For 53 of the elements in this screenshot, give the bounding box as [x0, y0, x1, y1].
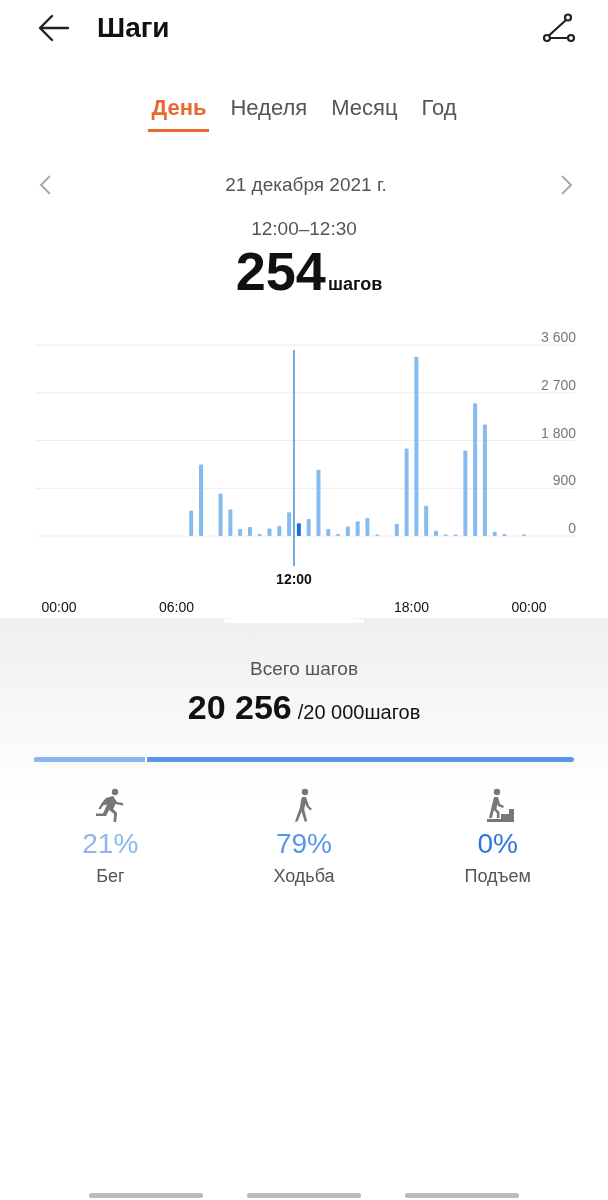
activity-label: Подъем: [464, 866, 531, 887]
chart-bar[interactable]: [492, 531, 497, 536]
summary-title: Всего шагов: [249, 658, 359, 680]
chart-bar[interactable]: [296, 523, 301, 536]
time-range: 12:00–12:30: [251, 218, 357, 240]
chart-bar[interactable]: [326, 529, 331, 536]
selected-time-label: 12:00: [276, 571, 312, 587]
nav-bar[interactable]: [247, 1193, 361, 1198]
period-tab[interactable]: Неделя: [227, 90, 311, 132]
share-icon[interactable]: [542, 13, 576, 43]
chart-bar[interactable]: [434, 530, 438, 536]
activity-percent: 0%: [477, 828, 518, 860]
chart-bar[interactable]: [267, 528, 272, 536]
date-label: 21 декабря 2021 г.: [225, 174, 387, 196]
chart-bar[interactable]: [345, 526, 350, 536]
period-tab[interactable]: Год: [418, 90, 460, 132]
y-axis-label: 900: [552, 472, 576, 489]
chart-bar[interactable]: [257, 533, 262, 536]
y-axis-label: 2 700: [540, 376, 576, 393]
chart-bar[interactable]: [277, 525, 282, 536]
activity-percent: 21%: [82, 828, 139, 860]
nav-bar[interactable]: [405, 1193, 519, 1198]
chart-bar[interactable]: [424, 505, 429, 536]
chart-bar[interactable]: [473, 403, 478, 536]
x-axis-label: 18:00: [394, 599, 429, 615]
chart-bar[interactable]: [502, 533, 507, 536]
y-axis-label: 0: [568, 520, 576, 536]
x-axis-label: 00:00: [41, 599, 77, 615]
activity-percent: 79%: [275, 828, 332, 860]
activity-label: Ходьба: [273, 866, 335, 887]
chart-bar[interactable]: [238, 529, 243, 536]
chart-bar[interactable]: [365, 517, 370, 536]
total-steps: 20 256: [187, 688, 292, 727]
previous-day-icon[interactable]: [38, 174, 52, 196]
goal-steps: /20 000шагов: [297, 701, 421, 724]
chart-bar[interactable]: [482, 424, 487, 536]
step-unit: шагов: [327, 274, 383, 295]
activity-label: Бег: [96, 866, 125, 887]
back-icon[interactable]: [38, 14, 70, 42]
y-axis-label: 3 600: [540, 329, 576, 345]
step-count: 254: [235, 240, 326, 302]
y-axis-label: 1 800: [540, 424, 576, 441]
chart-bar[interactable]: [189, 510, 194, 536]
period-tab[interactable]: Месяц: [328, 90, 401, 132]
x-axis-label: 06:00: [159, 599, 194, 615]
x-axis-label: 00:00: [511, 599, 547, 615]
chart-bar[interactable]: [394, 523, 399, 536]
nav-bar[interactable]: [89, 1193, 203, 1198]
next-day-icon[interactable]: [560, 174, 574, 196]
chart-bar[interactable]: [287, 512, 292, 536]
chart-bar[interactable]: [247, 527, 252, 536]
chart-bar[interactable]: [336, 533, 341, 536]
page-title: Шаги: [97, 12, 171, 44]
